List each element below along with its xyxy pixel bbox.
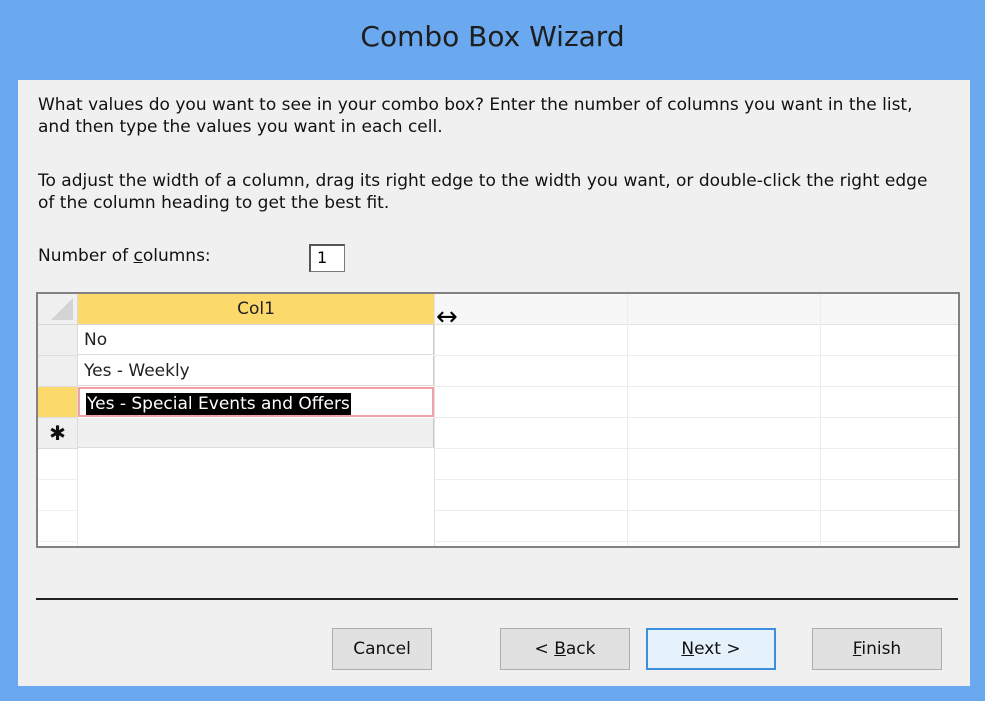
instruction-text-2: To adjust the width of a column, drag it… <box>38 171 928 213</box>
btn-text: ack <box>565 639 596 659</box>
empty-column-header <box>628 294 821 325</box>
row-selector-empty <box>38 511 78 542</box>
btn-text: < <box>534 639 555 659</box>
number-of-columns-label: Number of columns: <box>38 246 211 266</box>
grid-line <box>434 294 435 546</box>
table-cell[interactable]: Yes - Weekly <box>78 356 434 386</box>
grid-line <box>435 479 958 480</box>
grid-line <box>435 541 958 542</box>
row-selector-empty <box>38 449 78 480</box>
separator-line <box>36 598 958 600</box>
grid-line <box>435 448 958 449</box>
table-cell-editing[interactable]: Yes - Special Events and Offers <box>78 387 434 417</box>
grid-line <box>435 386 958 387</box>
new-record-cell[interactable] <box>78 418 434 448</box>
window-title: Combo Box Wizard <box>360 20 625 53</box>
row-selector-current[interactable] <box>38 387 78 418</box>
finish-button[interactable]: Finish <box>812 628 942 670</box>
values-datasheet[interactable]: Col1 No Yes - Weekly Yes - Special Event… <box>36 292 960 548</box>
title-bar[interactable]: Combo Box Wizard <box>0 0 985 80</box>
cancel-button[interactable]: Cancel <box>332 628 432 670</box>
combo-box-wizard-window: Combo Box Wizard What values do you want… <box>0 0 985 701</box>
empty-column-header <box>435 294 628 325</box>
back-button[interactable]: < Back <box>500 628 630 670</box>
btn-mnemonic: N <box>681 639 695 659</box>
selected-cell-text: Yes - Special Events and Offers <box>86 393 351 415</box>
row-selector-empty <box>38 480 78 511</box>
label-part: Number of <box>38 246 134 266</box>
row-selector[interactable] <box>38 356 78 387</box>
row-selector[interactable] <box>38 325 78 356</box>
wizard-body: What values do you want to see in your c… <box>18 80 970 686</box>
btn-text: ext > <box>694 639 741 659</box>
new-record-selector[interactable]: ✱ <box>38 418 78 449</box>
row-selector-empty <box>38 542 78 546</box>
empty-column-header <box>821 294 958 325</box>
grid-line <box>435 510 958 511</box>
number-of-columns-input[interactable]: 1 <box>309 244 345 272</box>
btn-text: inish <box>861 639 902 659</box>
label-part: olumns: <box>142 246 211 266</box>
grid-line <box>435 355 958 356</box>
next-button[interactable]: Next > <box>646 628 776 670</box>
instruction-text-1: What values do you want to see in your c… <box>38 95 913 137</box>
table-cell[interactable]: No <box>78 325 434 355</box>
horizontal-resize-cursor-icon: ↔ <box>436 302 458 332</box>
label-mnemonic: c <box>133 246 143 266</box>
select-all-corner[interactable] <box>38 294 78 325</box>
grid-line <box>435 417 958 418</box>
btn-mnemonic: B <box>554 639 566 659</box>
column-header-col1[interactable]: Col1 <box>78 294 435 325</box>
